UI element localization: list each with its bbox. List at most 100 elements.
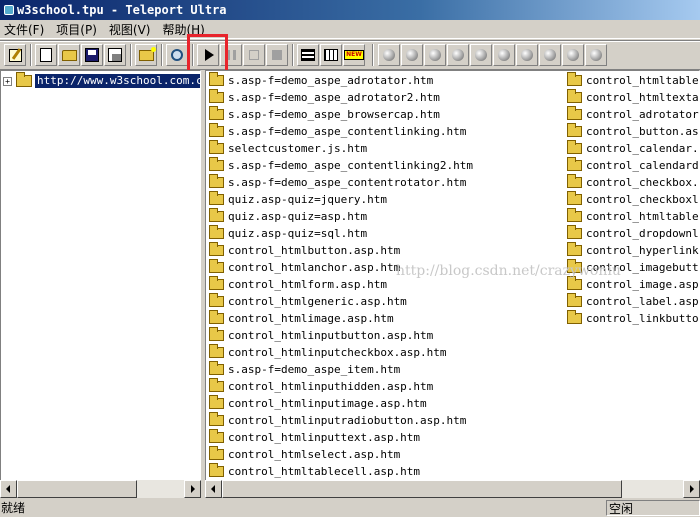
status-state: 空闲: [606, 500, 700, 516]
stop-button[interactable]: [266, 44, 288, 66]
scroll-left-button[interactable]: [205, 480, 222, 498]
toolbar-separator: [292, 44, 294, 66]
tree-node-label[interactable]: http://www.w3school.com.cn/: [35, 74, 200, 88]
tree-horizontal-scrollbar[interactable]: [0, 480, 201, 498]
tree-node-root[interactable]: + http://www.w3school.com.cn/: [3, 72, 200, 89]
new-project-button[interactable]: [35, 44, 57, 66]
list-item-label: control_htmlinputradiobutton.asp.htm: [228, 414, 467, 427]
start-button[interactable]: [197, 44, 219, 66]
thread-ball-icon: [406, 49, 418, 61]
list-item[interactable]: quiz.asp-quiz=asp.htm: [206, 208, 561, 225]
list-item[interactable]: control_label.asp.ht: [564, 293, 699, 310]
list-item[interactable]: control_htmltablerow: [564, 72, 699, 89]
folder-icon: [567, 140, 582, 154]
menu-project[interactable]: 项目(P): [52, 21, 105, 38]
list-item[interactable]: control_htmlbutton.asp.htm: [206, 242, 561, 259]
folder-icon: [567, 310, 582, 324]
edit-icon: [8, 48, 22, 62]
background-strip: [0, 517, 700, 525]
menu-file[interactable]: 文件(F): [0, 21, 52, 38]
folder-icon: [209, 412, 224, 426]
list-item[interactable]: control_hyperlink.as: [564, 242, 699, 259]
open-project-button[interactable]: [58, 44, 80, 66]
thread-ball-icon: [475, 49, 487, 61]
list-item[interactable]: s.asp-f=demo_aspe_item.htm: [206, 361, 561, 378]
scroll-thumb[interactable]: [17, 480, 137, 498]
toolbar: NEW: [0, 40, 700, 70]
menu-view[interactable]: 视图(V): [105, 21, 159, 38]
list-item[interactable]: control_htmlgeneric.asp.htm: [206, 293, 561, 310]
list-item[interactable]: control_calendarday.: [564, 157, 699, 174]
thread-ball-icon: [590, 49, 602, 61]
edit-project-button[interactable]: [4, 44, 26, 66]
list-item-label: control_htmltable.as: [586, 210, 699, 223]
list-item[interactable]: control_checkboxlist: [564, 191, 699, 208]
magnifier-icon: [171, 49, 183, 61]
thread-indicator-2: [401, 44, 423, 66]
list-item[interactable]: control_htmlselect.asp.htm: [206, 446, 561, 463]
list-item[interactable]: control_htmlimage.asp.htm: [206, 310, 561, 327]
scroll-left-button[interactable]: [0, 480, 17, 498]
tree-expand-toggle[interactable]: +: [3, 76, 12, 86]
list-item[interactable]: s.asp-f=demo_aspe_adrotator.htm: [206, 72, 561, 89]
list-item[interactable]: s.asp-f=demo_aspe_contentlinking.htm: [206, 123, 561, 140]
site-tree-pane: + http://www.w3school.com.cn/: [0, 70, 201, 498]
list-horizontal-scrollbar[interactable]: [205, 480, 700, 498]
list-item[interactable]: control_button.asp.h: [564, 123, 699, 140]
folder-icon: [567, 276, 582, 290]
list-item[interactable]: control_adrotator.as: [564, 106, 699, 123]
list-item[interactable]: control_htmlinputradiobutton.asp.htm: [206, 412, 561, 429]
list-item[interactable]: s.asp-f=demo_aspe_adrotator2.htm: [206, 89, 561, 106]
thread-ball-icon: [429, 49, 441, 61]
list-item[interactable]: control_dropdownlist: [564, 225, 699, 242]
search-button[interactable]: [166, 44, 188, 66]
details-view-button[interactable]: [320, 44, 342, 66]
folder-icon: [209, 123, 224, 137]
list-item[interactable]: control_htmltable.as: [564, 208, 699, 225]
folder-icon: [567, 225, 582, 239]
new-address-button[interactable]: [135, 44, 157, 66]
list-item-label: control_htmlinputimage.asp.htm: [228, 397, 427, 410]
new-files-button[interactable]: NEW: [343, 44, 365, 66]
list-item[interactable]: control_htmlinputcheckbox.asp.htm: [206, 344, 561, 361]
list-item-label: control_hyperlink.as: [586, 244, 699, 257]
list-view-button[interactable]: [297, 44, 319, 66]
list-item[interactable]: control_calendar.asp: [564, 140, 699, 157]
list-item[interactable]: s.asp-f=demo_aspe_contentlinking2.htm: [206, 157, 561, 174]
folder-icon: [209, 208, 224, 222]
folder-icon: [567, 106, 582, 120]
save-project-button[interactable]: [81, 44, 103, 66]
list-item-label: control_htmltablecell.asp.htm: [228, 465, 421, 478]
properties-button[interactable]: [104, 44, 126, 66]
list-item[interactable]: control_htmlinputtext.asp.htm: [206, 429, 561, 446]
folder-icon: [209, 310, 224, 324]
list-item[interactable]: control_htmlinputimage.asp.htm: [206, 395, 561, 412]
folder-icon: [209, 225, 224, 239]
list-item[interactable]: control_htmlinputbutton.asp.htm: [206, 327, 561, 344]
properties-icon: [108, 48, 122, 62]
list-item[interactable]: s.asp-f=demo_aspe_browsercap.htm: [206, 106, 561, 123]
scroll-right-button[interactable]: [683, 480, 700, 498]
scroll-right-button[interactable]: [184, 480, 201, 498]
scroll-thumb[interactable]: [222, 480, 622, 498]
list-item[interactable]: control_linkbutton.a: [564, 310, 699, 327]
pause-button[interactable]: [220, 44, 242, 66]
list-item[interactable]: control_htmltablecell.asp.htm: [206, 463, 561, 480]
list-item-label: control_checkboxlist: [586, 193, 699, 206]
list-item-label: control_htmlinputhidden.asp.htm: [228, 380, 434, 393]
folder-icon: [567, 157, 582, 171]
list-item[interactable]: control_checkbox.asp: [564, 174, 699, 191]
list-item[interactable]: quiz.asp-quiz=sql.htm: [206, 225, 561, 242]
play-icon: [204, 49, 214, 61]
menu-help[interactable]: 帮助(H): [158, 21, 212, 38]
list-item-label: s.asp-f=demo_aspe_contentrotator.htm: [228, 176, 467, 189]
list-item[interactable]: control_htmltextarea: [564, 89, 699, 106]
list-item[interactable]: control_htmlinputhidden.asp.htm: [206, 378, 561, 395]
list-item[interactable]: quiz.asp-quiz=jquery.htm: [206, 191, 561, 208]
list-item[interactable]: selectcustomer.js.htm: [206, 140, 561, 157]
thread-indicator-6: [493, 44, 515, 66]
list-item[interactable]: s.asp-f=demo_aspe_contentrotator.htm: [206, 174, 561, 191]
thread-indicator-10: [585, 44, 607, 66]
skip-button[interactable]: [243, 44, 265, 66]
save-icon: [85, 48, 99, 62]
